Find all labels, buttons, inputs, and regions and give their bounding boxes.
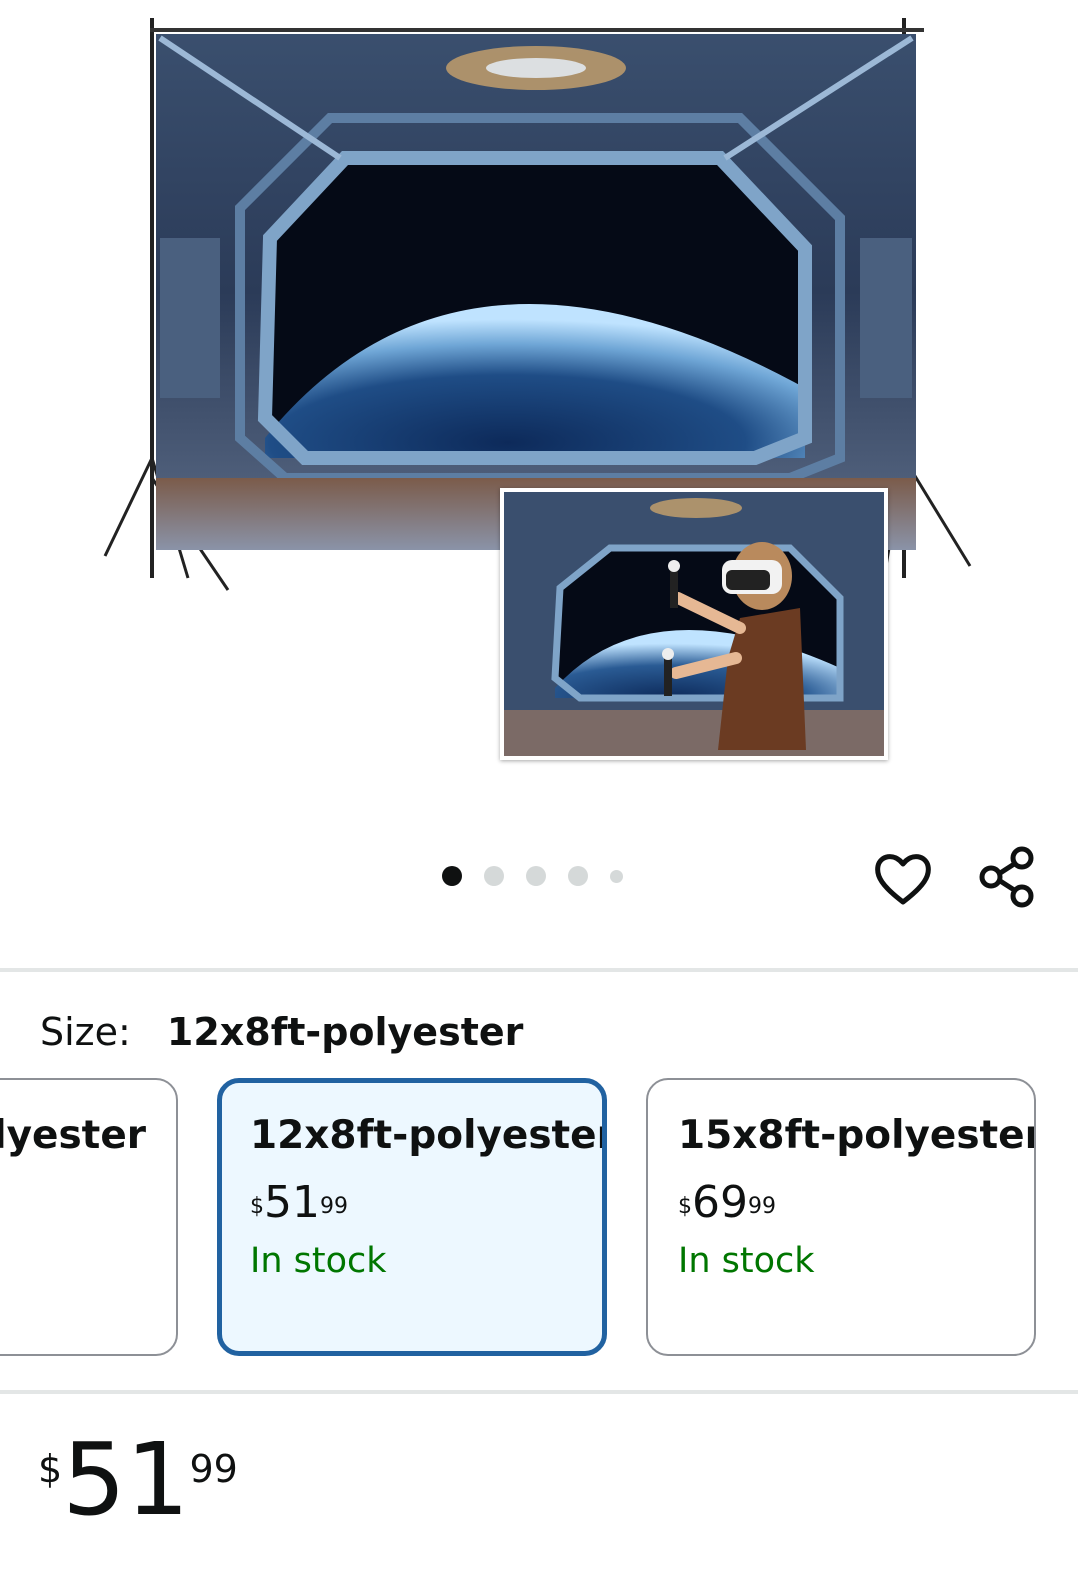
size-selected-value: 12x8ft-polyester [166,1010,524,1054]
carousel-dot-4[interactable] [568,866,588,886]
product-image-gallery[interactable] [0,0,1078,800]
heart-icon[interactable] [872,848,934,910]
size-selector-header: Size: 12x8ft-polyester [40,1006,523,1058]
price-symbol: $ [38,1447,63,1491]
product-price: $5199 [38,1430,238,1530]
section-divider [0,1390,1078,1394]
size-option-price: $6999 [678,1178,776,1237]
price-whole: 51 [62,1421,190,1538]
price-whole: 69 [692,1177,748,1228]
price-symbol: $ [250,1194,264,1219]
size-option-tile-selected[interactable]: 12x8ft-polyester $5199 In stock [217,1078,607,1356]
product-inset-image [500,488,888,760]
size-option-name: olyester [0,1113,146,1158]
size-option-price: $5199 [250,1178,348,1237]
carousel-dot-2[interactable] [484,866,504,886]
stock-status: In stock [678,1241,815,1281]
price-symbol: $ [678,1194,692,1219]
share-icon[interactable] [976,845,1040,909]
price-fraction: 99 [320,1194,348,1219]
size-label: Size: [40,1010,131,1054]
size-option-tile[interactable]: 15x8ft-polyester $6999 In stock [646,1078,1036,1356]
carousel-dot-3[interactable] [526,866,546,886]
carousel-dot-5[interactable] [610,869,623,883]
stock-status: In stock [250,1241,387,1281]
price-whole: 51 [264,1177,320,1228]
image-carousel-dots[interactable] [442,864,645,888]
size-option-tile[interactable]: olyester [0,1078,178,1356]
size-options[interactable]: olyester 12x8ft-polyester $5199 In stock… [0,1078,1078,1360]
price-fraction: 99 [748,1194,776,1219]
size-option-name: 15x8ft-polyester [678,1113,1036,1158]
price-fraction: 99 [189,1447,238,1491]
size-option-name: 12x8ft-polyester [250,1113,607,1158]
carousel-dot-1[interactable] [442,866,462,886]
section-divider [0,968,1078,972]
